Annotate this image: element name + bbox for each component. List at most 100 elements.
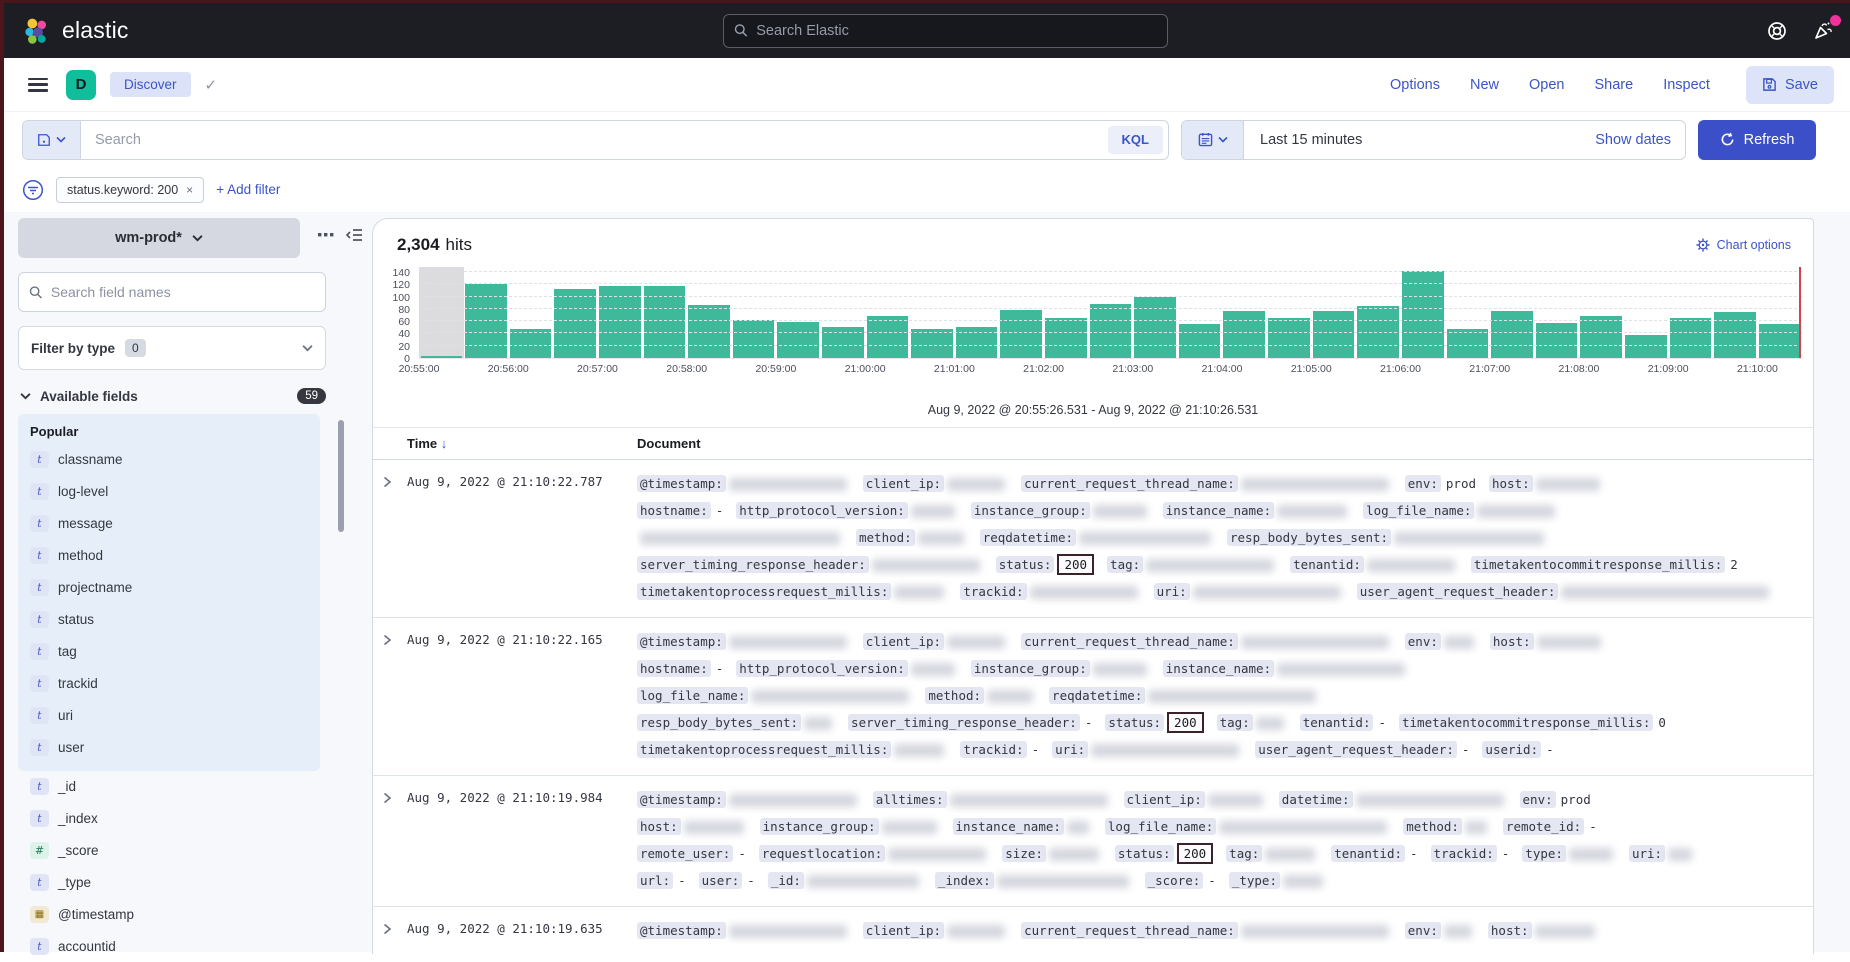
- expand-row-icon[interactable]: [381, 470, 407, 605]
- field-label-badge[interactable]: status:: [996, 556, 1055, 573]
- menu-item-share[interactable]: Share: [1594, 77, 1633, 93]
- field-label-badge[interactable]: @timestamp:: [637, 922, 726, 939]
- boxes-horizontal-icon[interactable]: [318, 232, 334, 237]
- field-item[interactable]: tmessage: [30, 507, 308, 539]
- field-label-badge[interactable]: hostname:: [637, 660, 711, 677]
- field-item[interactable]: #_score: [30, 834, 320, 866]
- field-label-badge[interactable]: current_request_thread_name:: [1021, 922, 1238, 939]
- expand-row-icon[interactable]: [381, 917, 407, 944]
- field-label-badge[interactable]: http_protocol_version:: [736, 660, 908, 677]
- field-item[interactable]: t_id: [30, 770, 320, 802]
- field-label-badge[interactable]: _score:: [1145, 872, 1204, 889]
- field-label-badge[interactable]: @timestamp:: [637, 475, 726, 492]
- field-label-badge[interactable]: uri:: [1154, 583, 1190, 600]
- field-item[interactable]: ▦@timestamp: [30, 898, 320, 930]
- field-item[interactable]: tclassname: [30, 443, 308, 475]
- field-item[interactable]: turi: [30, 699, 308, 731]
- space-avatar[interactable]: D: [66, 70, 96, 100]
- field-label-badge[interactable]: user:: [699, 872, 743, 889]
- global-search[interactable]: [723, 14, 1168, 48]
- query-input[interactable]: [81, 121, 1103, 159]
- field-label-badge[interactable]: env:: [1405, 633, 1441, 650]
- chart-options-button[interactable]: Chart options: [1696, 238, 1791, 252]
- index-pattern-selector[interactable]: wm-prod*: [18, 218, 300, 258]
- available-fields-header[interactable]: Available fields 59: [20, 388, 326, 404]
- field-label-badge[interactable]: _id:: [768, 872, 804, 889]
- filter-pill-status-keyword[interactable]: status.keyword: 200 ×: [56, 177, 204, 203]
- field-label-badge[interactable]: tenantid:: [1331, 845, 1405, 862]
- histogram-chart[interactable]: 020406080100120140 20:55:0020:56:0020:57…: [387, 267, 1805, 395]
- field-search-input[interactable]: [51, 284, 315, 300]
- field-label-badge[interactable]: remote_user:: [637, 845, 733, 862]
- field-label-badge[interactable]: timetakentoprocessrequest_millis:: [637, 583, 891, 600]
- menu-item-new[interactable]: New: [1470, 77, 1499, 93]
- field-label-badge[interactable]: instance_name:: [1163, 660, 1274, 677]
- field-search[interactable]: [18, 272, 326, 312]
- field-label-badge[interactable]: log_file_name:: [637, 687, 748, 704]
- field-label-badge[interactable]: requestlocation:: [759, 845, 885, 862]
- filter-by-type[interactable]: Filter by type 0: [18, 326, 326, 370]
- field-label-badge[interactable]: _index:: [935, 872, 994, 889]
- field-item[interactable]: t_index: [30, 802, 320, 834]
- field-label-badge[interactable]: resp_body_bytes_sent:: [1227, 529, 1391, 546]
- expand-row-icon[interactable]: [381, 628, 407, 763]
- field-label-badge[interactable]: uri:: [1629, 845, 1665, 862]
- field-label-badge[interactable]: @timestamp:: [637, 791, 726, 808]
- refresh-button[interactable]: Refresh: [1698, 120, 1816, 160]
- menu-icon[interactable]: [28, 78, 48, 92]
- field-label-badge[interactable]: alltimes:: [873, 791, 947, 808]
- filter-menu-icon[interactable]: [22, 179, 44, 201]
- field-label-badge[interactable]: method:: [925, 687, 984, 704]
- field-label-badge[interactable]: server_timing_response_header:: [848, 714, 1080, 731]
- field-label-badge[interactable]: timetakentocommitresponse_millis:: [1471, 556, 1725, 573]
- field-label-badge[interactable]: reqdatetime:: [980, 529, 1076, 546]
- field-label-badge[interactable]: userid:: [1482, 741, 1541, 758]
- help-icon[interactable]: [1767, 21, 1787, 41]
- field-label-badge[interactable]: datetime:: [1279, 791, 1353, 808]
- field-label-badge[interactable]: timetakentoprocessrequest_millis:: [637, 741, 891, 758]
- field-label-badge[interactable]: trackid:: [960, 583, 1026, 600]
- field-label-badge[interactable]: user_agent_request_header:: [1357, 583, 1559, 600]
- field-label-badge[interactable]: timetakentocommitresponse_millis:: [1399, 714, 1653, 731]
- field-label-badge[interactable]: host:: [1490, 633, 1534, 650]
- field-label-badge[interactable]: env:: [1520, 791, 1556, 808]
- menu-item-inspect[interactable]: Inspect: [1663, 77, 1710, 93]
- field-label-badge[interactable]: uri:: [1052, 741, 1088, 758]
- field-label-badge[interactable]: reqdatetime:: [1049, 687, 1145, 704]
- field-item[interactable]: t_type: [30, 866, 320, 898]
- field-label-badge[interactable]: instance_name:: [953, 818, 1064, 835]
- field-label-badge[interactable]: host:: [637, 818, 681, 835]
- field-item[interactable]: taccountid: [30, 930, 320, 962]
- field-label-badge[interactable]: url:: [637, 872, 673, 889]
- date-picker-menu-button[interactable]: [1182, 121, 1244, 159]
- field-label-badge[interactable]: method:: [1403, 818, 1462, 835]
- field-label-badge[interactable]: host:: [1488, 922, 1532, 939]
- field-label-badge[interactable]: trackid:: [1431, 845, 1497, 862]
- field-item[interactable]: ttag: [30, 635, 308, 667]
- remove-filter-icon[interactable]: ×: [186, 183, 193, 197]
- field-label-badge[interactable]: _type:: [1229, 872, 1280, 889]
- field-label-badge[interactable]: size:: [1002, 845, 1046, 862]
- field-label-badge[interactable]: host:: [1489, 475, 1533, 492]
- field-label-badge[interactable]: instance_group:: [760, 818, 879, 835]
- add-filter-button[interactable]: + Add filter: [216, 182, 280, 197]
- field-label-badge[interactable]: client_ip:: [863, 922, 944, 939]
- field-label-badge[interactable]: user_agent_request_header:: [1255, 741, 1457, 758]
- field-label-badge[interactable]: tenantid:: [1290, 556, 1364, 573]
- field-label-badge[interactable]: tag:: [1226, 845, 1262, 862]
- sidebar-scrollbar[interactable]: [338, 420, 344, 532]
- news-party-popper-icon[interactable]: [1813, 20, 1834, 41]
- field-label-badge[interactable]: instance_group:: [971, 660, 1090, 677]
- field-label-badge[interactable]: hostname:: [637, 502, 711, 519]
- field-label-badge[interactable]: log_file_name:: [1363, 502, 1474, 519]
- field-item[interactable]: ttrackid: [30, 667, 308, 699]
- menu-item-options[interactable]: Options: [1390, 77, 1440, 93]
- field-label-badge[interactable]: current_request_thread_name:: [1021, 633, 1238, 650]
- field-label-badge[interactable]: tenantid:: [1300, 714, 1374, 731]
- collapse-sidebar-icon[interactable]: [346, 228, 363, 242]
- expand-row-icon[interactable]: [381, 786, 407, 894]
- field-label-badge[interactable]: http_protocol_version:: [736, 502, 908, 519]
- field-label-badge[interactable]: client_ip:: [863, 633, 944, 650]
- saved-query-menu-button[interactable]: [23, 121, 81, 159]
- field-label-badge[interactable]: method:: [856, 529, 915, 546]
